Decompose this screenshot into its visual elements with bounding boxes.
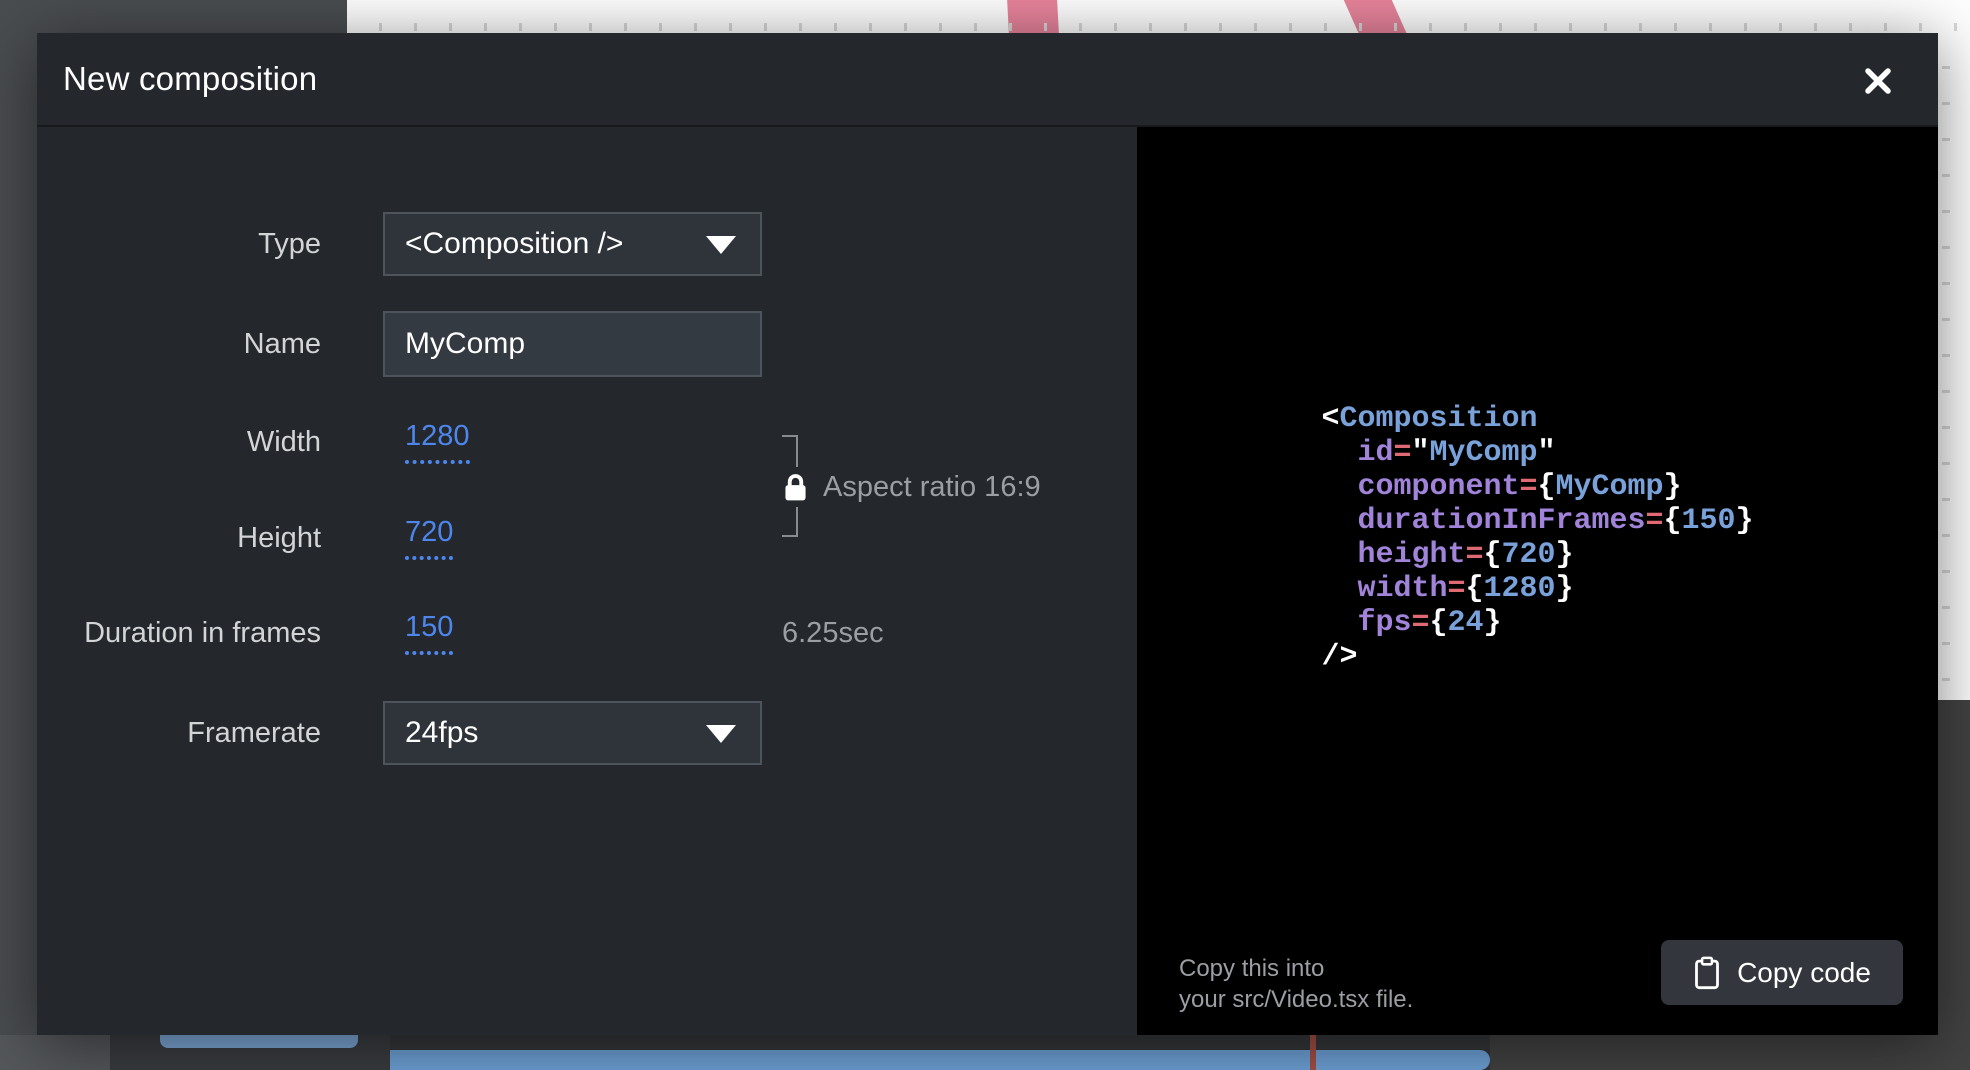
app-background-topleft [0,0,347,33]
preview-artwork-stroke [1007,0,1059,33]
copy-code-button-label: Copy code [1737,957,1871,989]
lock-icon [781,467,810,507]
caret-down-icon [706,236,736,254]
composition-form-panel: Type <Composition /> Name Width 1280 [37,127,1137,1035]
timeline-playhead [1310,1035,1316,1070]
timeline-track-bar [390,1050,1490,1070]
framerate-row: Framerate 24fps [37,701,762,765]
width-row: Width 1280 [37,410,762,474]
dialog-titlebar: New composition [37,33,1938,127]
new-composition-dialog: New composition Type <Composition /> [37,33,1938,1035]
preview-canvas-edge-top [347,0,1970,33]
timeline-sidebar-edge [0,1035,110,1070]
close-icon [1862,65,1894,97]
copy-code-button[interactable]: Copy code [1661,940,1903,1005]
timeline-button-edge [160,1035,358,1048]
app-background-bottomright [1490,1035,1970,1070]
framerate-label: Framerate [37,717,321,750]
aspect-ratio-label: Aspect ratio 16:9 [823,471,1041,504]
caret-down-icon [706,725,736,743]
duration-label: Duration in frames [37,617,321,650]
width-label: Width [37,426,321,459]
height-label: Height [37,522,321,555]
duration-row: Duration in frames 150 [37,601,762,665]
framerate-select-value: 24fps [405,716,478,750]
app-background-right [1938,700,1970,1035]
height-row: Height 720 [37,506,762,570]
code-block: <Composition id="MyComp" component={MyCo… [1321,402,1753,674]
framerate-select[interactable]: 24fps [383,701,762,765]
type-label: Type [37,228,321,261]
copy-hint-line1: Copy this into [1179,953,1413,984]
preview-artwork-stroke [1342,0,1408,33]
app-background-left [0,0,37,1035]
copy-hint-line2: your src/Video.tsx file. [1179,984,1413,1015]
close-button[interactable] [1858,61,1898,101]
copy-hint: Copy this into your src/Video.tsx file. [1179,953,1413,1015]
duration-value-input[interactable]: 150 [405,611,453,655]
width-value-input[interactable]: 1280 [405,420,470,464]
type-select[interactable]: <Composition /> [383,212,762,276]
type-select-value: <Composition /> [405,227,623,261]
type-row: Type <Composition /> [37,212,762,276]
dialog-title: New composition [63,60,317,98]
duration-seconds-label: 6.25sec [782,601,884,665]
name-row: Name [37,312,762,376]
preview-canvas-edge-right [1938,33,1970,700]
code-preview-panel: <Composition id="MyComp" component={MyCo… [1137,127,1938,1035]
name-input[interactable] [383,311,762,377]
height-value-input[interactable]: 720 [405,516,453,560]
clipboard-icon [1693,956,1721,990]
name-label: Name [37,328,321,361]
